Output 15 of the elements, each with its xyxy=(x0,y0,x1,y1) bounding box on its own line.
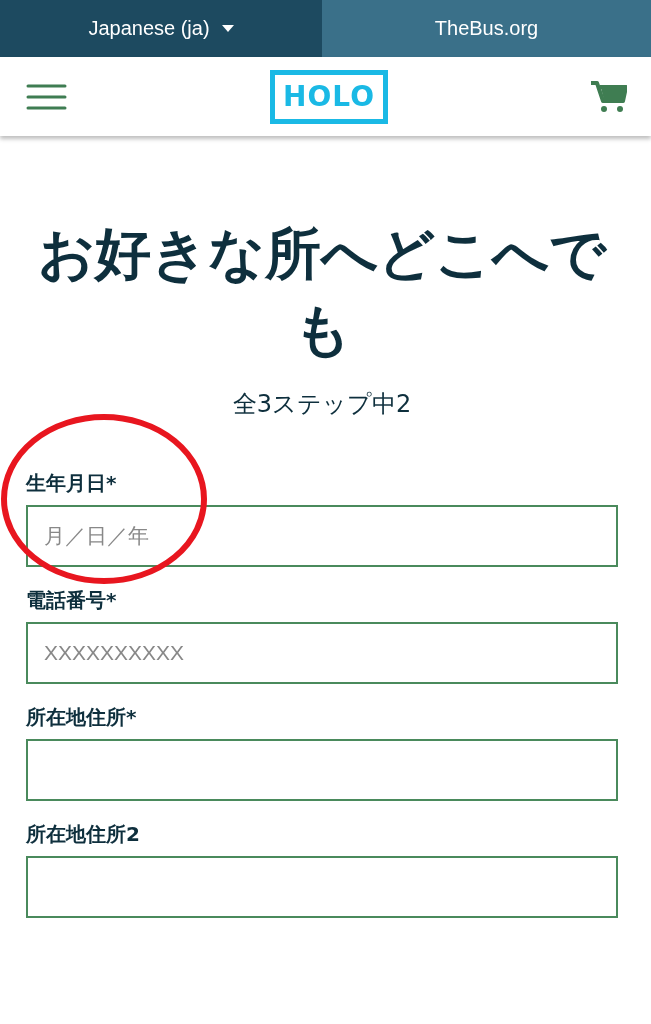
menu-icon[interactable] xyxy=(26,83,67,110)
input-field[interactable] xyxy=(26,856,618,918)
field-label: 電話番号* xyxy=(26,587,118,614)
language-selector[interactable]: Japanese (ja) xyxy=(0,0,322,57)
field-label: 所在地住所2 xyxy=(26,821,141,848)
input-field[interactable]: 月／日／年 xyxy=(26,505,618,567)
step-indicator: 全3ステップ中2 xyxy=(231,389,413,420)
cart-icon[interactable] xyxy=(591,80,627,113)
website-link[interactable]: TheBus.org xyxy=(322,0,651,57)
field-label: 所在地住所* xyxy=(26,704,138,731)
input-field[interactable]: XXXXXXXXXX xyxy=(26,622,618,684)
page-title: お好きな所へどこへでも xyxy=(37,220,608,364)
input-field[interactable] xyxy=(26,739,618,801)
caret-icon xyxy=(221,24,234,33)
field-label: 生年月日* xyxy=(26,470,118,497)
